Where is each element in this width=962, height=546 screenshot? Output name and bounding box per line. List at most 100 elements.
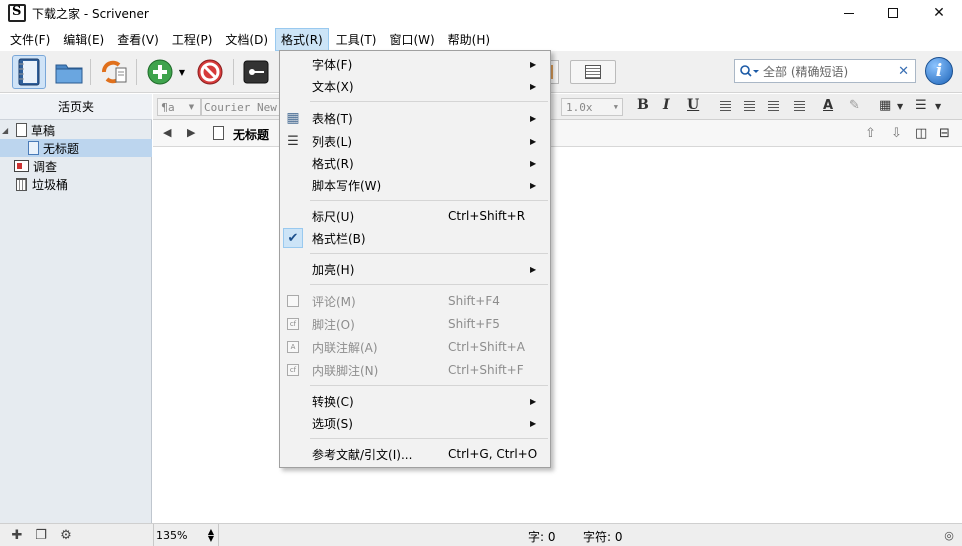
- menu-item-table[interactable]: ▦ 表格(T) ▶: [280, 107, 550, 129]
- text-color-icon[interactable]: A: [823, 98, 833, 113]
- search-input[interactable]: 全部 (精确短语): [763, 63, 898, 80]
- document-icon[interactable]: [213, 126, 224, 140]
- document-icon: [28, 141, 39, 155]
- window-title: 下载之家 - Scrivener: [32, 7, 149, 21]
- align-right-icon[interactable]: [794, 101, 805, 112]
- highlight-icon[interactable]: ✎: [849, 98, 860, 113]
- draft-folder-icon: [16, 123, 27, 137]
- tree-expand-icon[interactable]: ◢: [2, 126, 12, 135]
- table-icon[interactable]: ▦: [879, 98, 891, 113]
- bold-button[interactable]: B: [637, 97, 649, 113]
- binder-item-label: 垃圾桶: [32, 177, 69, 192]
- back-arrow-icon[interactable]: ◀: [163, 126, 171, 139]
- binder-item-draft[interactable]: ◢ 草稿: [2, 121, 150, 139]
- sync-button[interactable]: [96, 55, 130, 89]
- outline-view-button[interactable]: [570, 60, 616, 84]
- menu-item-inline-annotation: A 内联注解(A) Ctrl+Shift+A: [280, 336, 550, 358]
- menu-item-options[interactable]: 选项(S) ▶: [280, 412, 550, 434]
- toolbar-separator: [90, 59, 91, 85]
- target-icon[interactable]: ◎: [940, 527, 958, 544]
- arrow-down-icon[interactable]: ⇩: [891, 126, 902, 141]
- chevron-down-icon[interactable]: ▼: [897, 102, 903, 111]
- outline-icon: [585, 65, 601, 79]
- submenu-arrow-icon: ▶: [530, 158, 537, 168]
- project-search[interactable]: 全部 (精确短语) ✕: [734, 59, 916, 83]
- menu-window[interactable]: 窗口(W): [383, 28, 440, 51]
- binder-item-trash[interactable]: 垃圾桶: [14, 175, 152, 193]
- menu-edit[interactable]: 编辑(E): [57, 28, 110, 51]
- submenu-arrow-icon: ▶: [530, 59, 537, 69]
- menu-item-inline-footnote: cf 内联脚注(N) Ctrl+Shift+F: [280, 359, 550, 381]
- shortcut-label: Ctrl+G, Ctrl+O: [448, 447, 538, 461]
- submenu-arrow-icon: ▶: [530, 81, 537, 91]
- compile-button[interactable]: [239, 55, 273, 89]
- menu-item-ruler[interactable]: 标尺(U) Ctrl+Shift+R: [280, 205, 550, 227]
- menu-item-convert[interactable]: 转换(C) ▶: [280, 390, 550, 412]
- binder-item-untitled[interactable]: 无标题: [0, 139, 152, 157]
- maximize-icon: [888, 8, 898, 18]
- char-count: 字符: 0: [583, 530, 623, 544]
- binder-item-research[interactable]: 调查: [14, 157, 152, 175]
- menu-view[interactable]: 查看(V): [111, 28, 165, 51]
- align-left-icon[interactable]: [720, 101, 731, 112]
- editor-text-area[interactable]: [153, 147, 962, 523]
- menu-help[interactable]: 帮助(H): [442, 28, 496, 51]
- shortcut-label: Ctrl+Shift+F: [448, 363, 524, 377]
- menu-item-scriptwriting[interactable]: 脚本写作(W) ▶: [280, 174, 550, 196]
- line-spacing-select[interactable]: 1.0x ▼: [561, 98, 623, 116]
- menu-project[interactable]: 工程(P): [166, 28, 219, 51]
- split-vertical-icon[interactable]: ◫: [915, 126, 927, 141]
- maximize-button[interactable]: [870, 0, 916, 26]
- add-dropdown-button[interactable]: ▼: [175, 55, 189, 89]
- paragraph-style-select[interactable]: ¶a ▼: [157, 98, 201, 116]
- toolbar-separator: [233, 59, 234, 85]
- add-item-icon[interactable]: ✚: [8, 527, 26, 544]
- menu-format[interactable]: 格式(R): [275, 27, 329, 51]
- add-folder-icon[interactable]: ❐: [32, 527, 50, 544]
- info-icon: i: [935, 61, 943, 81]
- menu-item-font[interactable]: 字体(F) ▶: [280, 53, 550, 75]
- collections-button[interactable]: [52, 55, 86, 89]
- menu-item-format-bar[interactable]: ✔ 格式栏(B): [280, 227, 550, 249]
- submenu-arrow-icon: ▶: [530, 418, 537, 428]
- list-icon[interactable]: ☰: [915, 98, 927, 113]
- menu-item-format[interactable]: 格式(R) ▶: [280, 152, 550, 174]
- split-horizontal-icon[interactable]: ⊟: [939, 126, 950, 141]
- chevron-down-icon: ▼: [613, 103, 618, 111]
- status-bar: ✚ ❐ ⚙ 135% ▲ ▼ 字: 0 字符: 0 ◎: [0, 523, 962, 546]
- submenu-arrow-icon: ▶: [530, 264, 537, 274]
- align-justify-icon[interactable]: [768, 101, 779, 112]
- clear-search-icon[interactable]: ✕: [898, 64, 909, 79]
- menu-item-text[interactable]: 文本(X) ▶: [280, 75, 550, 97]
- table-icon: ▦: [286, 110, 300, 126]
- menu-tools[interactable]: 工具(T): [330, 28, 383, 51]
- menu-file[interactable]: 文件(F): [4, 28, 56, 51]
- menu-item-highlight[interactable]: 加亮(H) ▶: [280, 258, 550, 280]
- shortcut-label: Ctrl+Shift+R: [448, 209, 526, 223]
- inspector-button[interactable]: i: [925, 57, 953, 85]
- align-center-icon[interactable]: [744, 101, 755, 112]
- footnote-icon: cf: [286, 317, 300, 331]
- chevron-down-icon[interactable]: ▼: [935, 102, 941, 111]
- binder: ◢ 草稿 无标题 调查 垃圾桶: [0, 120, 152, 523]
- binder-item-label: 调查: [33, 159, 58, 174]
- binder-toggle-button[interactable]: [12, 55, 46, 89]
- menu-document[interactable]: 文档(D): [219, 28, 274, 51]
- sync-icon: [102, 60, 127, 84]
- shortcut-label: Shift+F4: [448, 294, 500, 308]
- zoom-select[interactable]: 135% ▲ ▼: [153, 524, 219, 546]
- menu-item-list[interactable]: ☰ 列表(L) ▶: [280, 130, 550, 152]
- minimize-button[interactable]: [826, 0, 872, 26]
- menu-item-bibliography[interactable]: 参考文献/引文(I)... Ctrl+G, Ctrl+O: [280, 443, 550, 465]
- search-icon: [739, 63, 759, 79]
- add-document-button[interactable]: [143, 55, 177, 89]
- underline-button[interactable]: U: [687, 97, 699, 113]
- inline-footnote-icon: cf: [286, 363, 300, 377]
- close-button[interactable]: ✕: [916, 0, 962, 26]
- delete-button[interactable]: [193, 55, 227, 89]
- italic-button[interactable]: I: [663, 97, 670, 113]
- gear-icon[interactable]: ⚙: [57, 527, 75, 544]
- line-spacing-value: 1.0x: [566, 100, 593, 114]
- forward-arrow-icon[interactable]: ▶: [187, 126, 195, 139]
- arrow-up-icon[interactable]: ⇧: [865, 126, 876, 141]
